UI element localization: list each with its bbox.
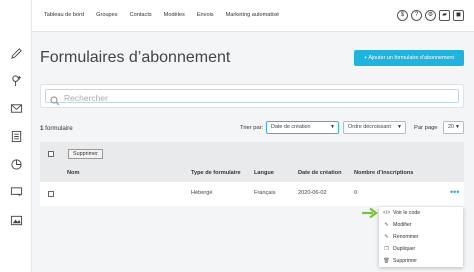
- add-form-button[interactable]: + Ajouter un formulaire d’abonnement: [354, 50, 464, 66]
- row-actions-icon[interactable]: •••: [450, 187, 459, 197]
- forms-count: 1 formulaire: [40, 125, 73, 132]
- search-placeholder: Rechercher: [64, 93, 108, 103]
- settings-icon[interactable]: ⚙: [425, 10, 436, 21]
- menu-item-duplicate[interactable]: ❐ Dupliquer: [383, 244, 415, 254]
- trash-icon: 🗑: [383, 258, 390, 264]
- per-page-label: Par page: [414, 125, 438, 131]
- menu-item-label: Renommer: [393, 234, 419, 240]
- pencil-icon: ✎: [384, 222, 389, 228]
- forms-table: Supprimer Nom Type de formulaire Langue …: [40, 142, 464, 206]
- topbar-icons: $ ? ⚙ ▰ ◼: [397, 10, 464, 21]
- page-title: Formulaires d’abonnement: [40, 49, 231, 66]
- caret-down-icon: ▼: [330, 124, 335, 130]
- cell-form-type: Hébergé: [191, 190, 213, 196]
- search-icon: [50, 93, 60, 106]
- per-page-select[interactable]: 20 ▼: [443, 121, 464, 134]
- stats-pie-icon[interactable]: [9, 157, 23, 171]
- account-icon[interactable]: ◼: [453, 10, 464, 21]
- menu-item-delete[interactable]: 🗑 Supprimer: [383, 256, 417, 266]
- column-header-language[interactable]: Langue: [254, 170, 274, 176]
- menu-item-edit[interactable]: ✎ Modifier: [383, 220, 411, 230]
- sort-field-value: Date de création: [271, 124, 311, 130]
- image-icon[interactable]: [9, 213, 23, 227]
- row-checkbox[interactable]: [48, 191, 54, 197]
- delete-selected-button[interactable]: Supprimer: [68, 149, 103, 159]
- pen-icon[interactable]: [9, 46, 23, 60]
- cell-signups: 0: [354, 190, 358, 196]
- menu-item-label: Modifier: [393, 222, 412, 228]
- billing-icon[interactable]: $: [397, 10, 408, 21]
- menu-item-rename[interactable]: ✎ Renommer: [383, 232, 419, 242]
- contact-add-icon[interactable]: [9, 73, 23, 87]
- list-icon[interactable]: [9, 129, 23, 143]
- arrow-right-icon: [362, 207, 378, 219]
- nav-item-groups[interactable]: Groupes: [96, 12, 117, 18]
- per-page-value: 20: [448, 124, 454, 130]
- nav-item-contacts[interactable]: Contacts: [130, 12, 152, 18]
- column-header-name[interactable]: Nom: [67, 170, 79, 176]
- sort-order-select[interactable]: Ordre décroissant ▼: [343, 121, 406, 134]
- sort-order-value: Ordre décroissant: [348, 124, 391, 130]
- nav-item-campaigns[interactable]: Envois: [197, 12, 214, 18]
- nav-item-templates[interactable]: Modèles: [164, 12, 185, 18]
- sidebar: [0, 0, 32, 272]
- menu-item-label: Voir le code: [393, 210, 421, 216]
- sort-label: Trier par:: [240, 125, 264, 131]
- copy-icon: ❐: [384, 246, 389, 252]
- mail-icon[interactable]: [9, 101, 23, 115]
- menu-item-view-code[interactable]: </> Voir le code: [383, 208, 420, 218]
- select-all-checkbox[interactable]: [48, 151, 54, 157]
- nav-item-automation[interactable]: Marketing automatisé: [226, 12, 279, 18]
- forms-icon[interactable]: [9, 185, 23, 199]
- top-navigation-bar: Tableau de bord Groupes Contacts Modèles…: [32, 0, 474, 32]
- column-header-created[interactable]: Date de création: [298, 170, 342, 176]
- caret-down-icon: ▼: [455, 124, 460, 130]
- main-nav: Tableau de bord Groupes Contacts Modèles…: [44, 12, 279, 18]
- sort-field-select[interactable]: Date de création ▼: [266, 121, 339, 134]
- cell-language: Français: [254, 190, 276, 196]
- cell-created: 2020-06-02: [298, 190, 327, 196]
- nav-item-dashboard[interactable]: Tableau de bord: [44, 12, 84, 18]
- caret-down-icon: ▼: [397, 124, 402, 130]
- pencil-icon: ✎: [384, 234, 389, 240]
- code-icon: </>: [383, 210, 391, 216]
- row-actions-menu: </> Voir le code ✎ Modifier ✎ Renommer ❐…: [379, 207, 463, 267]
- column-header-signups[interactable]: Nombre d’inscriptions: [354, 170, 413, 176]
- search-box: Rechercher: [40, 84, 464, 108]
- column-header-form-type[interactable]: Type de formulaire: [191, 170, 241, 176]
- table-header: Supprimer Nom Type de formulaire Langue …: [40, 142, 464, 182]
- search-input[interactable]: Rechercher: [45, 89, 459, 106]
- help-icon[interactable]: ?: [411, 10, 422, 21]
- files-icon[interactable]: ▰: [439, 10, 450, 21]
- forms-count-label: formulaire: [43, 125, 73, 132]
- menu-item-label: Dupliquer: [393, 246, 416, 252]
- menu-item-label: Supprimer: [393, 258, 417, 264]
